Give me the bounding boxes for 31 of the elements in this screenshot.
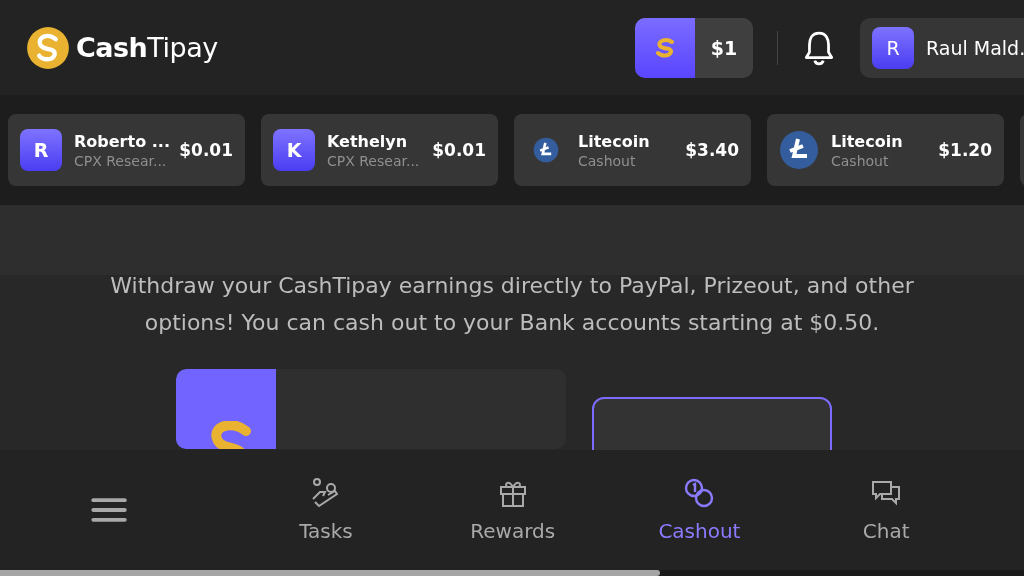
outlined-button[interactable] — [592, 397, 832, 450]
user-avatar: R — [872, 26, 914, 69]
ticker-amount: $0.01 — [179, 140, 233, 160]
litecoin-icon — [779, 130, 819, 170]
nav-tab[interactable]: Cashout — [650, 477, 749, 543]
cashout-option-card[interactable] — [176, 369, 566, 449]
ticker-name: Litecoin — [578, 131, 651, 151]
user-avatar: R — [20, 129, 62, 171]
ticker-amount: $3.40 — [685, 140, 739, 160]
ticker-source: CPX Resear... — [327, 152, 421, 169]
ticker-source: CPX Resear... — [74, 152, 168, 169]
ticker-name: Litecoin — [831, 131, 904, 151]
ticker-amount: $1.20 — [938, 140, 992, 160]
bell-icon[interactable] — [802, 29, 836, 66]
intro-text: Withdraw your CashTipay earnings directly to PayPal, Prizeout, and other options! You can cash out to your Bank accounts starting at $0.50. — [109, 272, 915, 337]
user-name: Raul Mald. — [926, 36, 1024, 59]
nav-tab[interactable]: Chat — [837, 477, 935, 543]
ticker-source: Cashout — [578, 152, 637, 169]
coins-icon — [683, 477, 716, 509]
ticker-amount: $0.01 — [432, 140, 486, 160]
user-menu[interactable]: R Raul Mald. — [860, 17, 1024, 78]
brand-name: CashTipay — [76, 32, 218, 63]
nav-tab[interactable]: Tasks — [277, 477, 375, 543]
ticker-source: Cashout — [831, 152, 890, 169]
ticker-name: Roberto ... — [74, 131, 168, 151]
logo-icon — [26, 25, 70, 70]
user-avatar: K — [273, 129, 315, 171]
litecoin-icon — [533, 137, 559, 163]
balance-button[interactable]: $1 — [635, 17, 753, 78]
nav-tab[interactable]: Rewards — [463, 477, 562, 543]
ticker-name: Kethelyn — [327, 131, 409, 151]
